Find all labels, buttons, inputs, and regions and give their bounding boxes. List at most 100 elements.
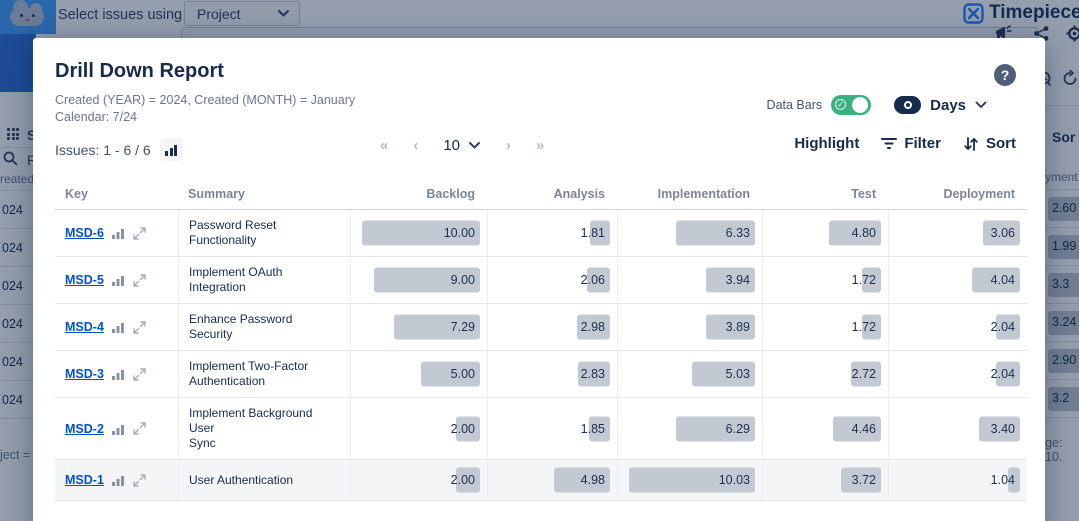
value-cell-test: 2.72	[762, 351, 888, 397]
data-value: 3.72	[852, 473, 876, 487]
value-cell-deployment: 2.04	[888, 304, 1027, 350]
expand-icon[interactable]	[133, 321, 146, 334]
data-value: 2.00	[451, 473, 475, 487]
data-value: 1.81	[581, 226, 605, 240]
dialog-title: Drill Down Report	[55, 60, 224, 83]
value-cell-implementation: 3.89	[617, 304, 762, 350]
mini-bar-chart-icon	[112, 423, 125, 435]
issue-key-link[interactable]: MSD-5	[65, 273, 104, 287]
value-cell-backlog: 10.00	[350, 210, 487, 256]
summary-cell: Implement Two-Factor Authentication	[178, 351, 350, 397]
table-row-msd-2: MSD-2Implement Background User Sync2.001…	[55, 398, 1027, 460]
column-header-key: Key	[55, 187, 178, 209]
data-bars-label: Data Bars	[767, 98, 823, 112]
data-value: 2.00	[451, 422, 475, 436]
table-row-msd-5: MSD-5Implement OAuth Integration9.002.06…	[55, 257, 1027, 304]
data-value: 2.72	[852, 367, 876, 381]
table-header-row: KeySummaryBacklogAnalysisImplementationT…	[55, 184, 1027, 210]
key-cell: MSD-2	[55, 398, 178, 459]
data-value: 10.03	[719, 473, 750, 487]
column-header-backlog: Backlog	[350, 187, 487, 209]
table-row-msd-6: MSD-6 Password Reset Functionality10.00 1.…	[55, 210, 1027, 257]
mini-bar-chart-icon	[112, 321, 125, 333]
summary-cell: Password Reset Functionality	[178, 210, 350, 256]
dialog-subtitle-filter: Created (YEAR) = 2024, Created (MONTH) =…	[55, 93, 355, 107]
value-cell-deployment: 4.04	[888, 257, 1027, 303]
sort-button[interactable]: Sort	[963, 135, 1016, 152]
issue-key-link[interactable]: MSD-3	[65, 367, 104, 381]
issue-key-link[interactable]: MSD-1	[65, 473, 104, 487]
last-page-button[interactable]: »	[536, 137, 543, 154]
column-header-deployment: Deployment	[888, 187, 1027, 209]
key-cell: MSD-5	[55, 257, 178, 303]
highlight-button[interactable]: Highlight	[794, 135, 859, 152]
page-size-select[interactable]: 10	[443, 137, 480, 154]
issue-key-link[interactable]: MSD-2	[65, 422, 104, 436]
data-value: 4.46	[852, 422, 876, 436]
help-button[interactable]: ?	[994, 64, 1016, 86]
value-cell-backlog: 2.00	[350, 460, 487, 500]
value-cell-analysis: 2.83	[487, 351, 617, 397]
first-page-button[interactable]: «	[380, 137, 387, 154]
value-cell-deployment: 3.40	[888, 398, 1027, 459]
eye-icon	[894, 96, 921, 114]
data-value: 4.04	[991, 273, 1015, 287]
chevron-down-icon	[469, 142, 480, 149]
page-size-value: 10	[443, 137, 460, 154]
data-value: 9.00	[451, 273, 475, 287]
value-cell-implementation: 3.94	[617, 257, 762, 303]
display-controls: Data Bars ✓ Days	[767, 95, 987, 115]
sort-icon	[963, 136, 979, 152]
pagination: « ‹ 10 › »	[380, 137, 543, 154]
value-cell-analysis: 4.98	[487, 460, 617, 500]
next-page-button[interactable]: ›	[506, 137, 510, 154]
expand-icon[interactable]	[133, 474, 146, 487]
data-value: 3.94	[726, 273, 750, 287]
data-value: 1.72	[852, 273, 876, 287]
key-cell: MSD-1	[55, 460, 178, 500]
summary-cell: Enhance Password Security	[178, 304, 350, 350]
data-value: 1.72	[852, 320, 876, 334]
data-bars-toggle[interactable]: ✓	[831, 95, 871, 115]
screen: Select issues using Project Timepiece	[0, 0, 1079, 521]
value-cell-implementation: 5.03	[617, 351, 762, 397]
value-cell-implementation: 6.29	[617, 398, 762, 459]
filter-button[interactable]: Filter	[881, 135, 941, 152]
expand-icon[interactable]	[133, 422, 146, 435]
data-value: 1.85	[581, 422, 605, 436]
expand-icon[interactable]	[133, 227, 146, 240]
issues-count-label: Issues: 1 - 6 / 6	[55, 142, 151, 158]
data-value: 4.98	[581, 473, 605, 487]
drill-down-table: KeySummaryBacklogAnalysisImplementationT…	[55, 184, 1027, 501]
value-cell-analysis: 1.81	[487, 210, 617, 256]
mini-bar-chart-icon	[112, 227, 125, 239]
data-value: 2.04	[991, 320, 1015, 334]
column-header-summary: Summary	[178, 187, 350, 209]
value-cell-deployment: 1.04	[888, 460, 1027, 500]
chevron-down-icon[interactable]	[975, 101, 987, 109]
table-row-msd-3: MSD-3 Implement Two-Factor Authentication…	[55, 351, 1027, 398]
key-cell: MSD-6	[55, 210, 178, 256]
value-cell-test: 4.80	[762, 210, 888, 256]
expand-icon[interactable]	[133, 274, 146, 287]
value-cell-backlog: 2.00	[350, 398, 487, 459]
value-cell-backlog: 7.29	[350, 304, 487, 350]
key-cell: MSD-4	[55, 304, 178, 350]
data-value: 2.98	[581, 320, 605, 334]
mini-bar-chart-icon	[112, 474, 125, 486]
summary-cell: User Authentication	[178, 460, 350, 500]
toggle-knob	[852, 97, 868, 113]
chart-view-button[interactable]	[160, 138, 183, 161]
data-value: 2.04	[991, 367, 1015, 381]
issue-key-link[interactable]: MSD-6	[65, 226, 104, 240]
summary-cell: Implement OAuth Integration	[178, 257, 350, 303]
expand-icon[interactable]	[133, 368, 146, 381]
data-value: 2.83	[581, 367, 605, 381]
prev-page-button[interactable]: ‹	[413, 137, 417, 154]
data-value: 5.00	[451, 367, 475, 381]
issue-key-link[interactable]: MSD-4	[65, 320, 104, 334]
unit-dropdown-value[interactable]: Days	[930, 97, 966, 114]
value-cell-implementation: 10.03	[617, 460, 762, 500]
value-cell-implementation: 6.33	[617, 210, 762, 256]
value-cell-deployment: 2.04	[888, 351, 1027, 397]
